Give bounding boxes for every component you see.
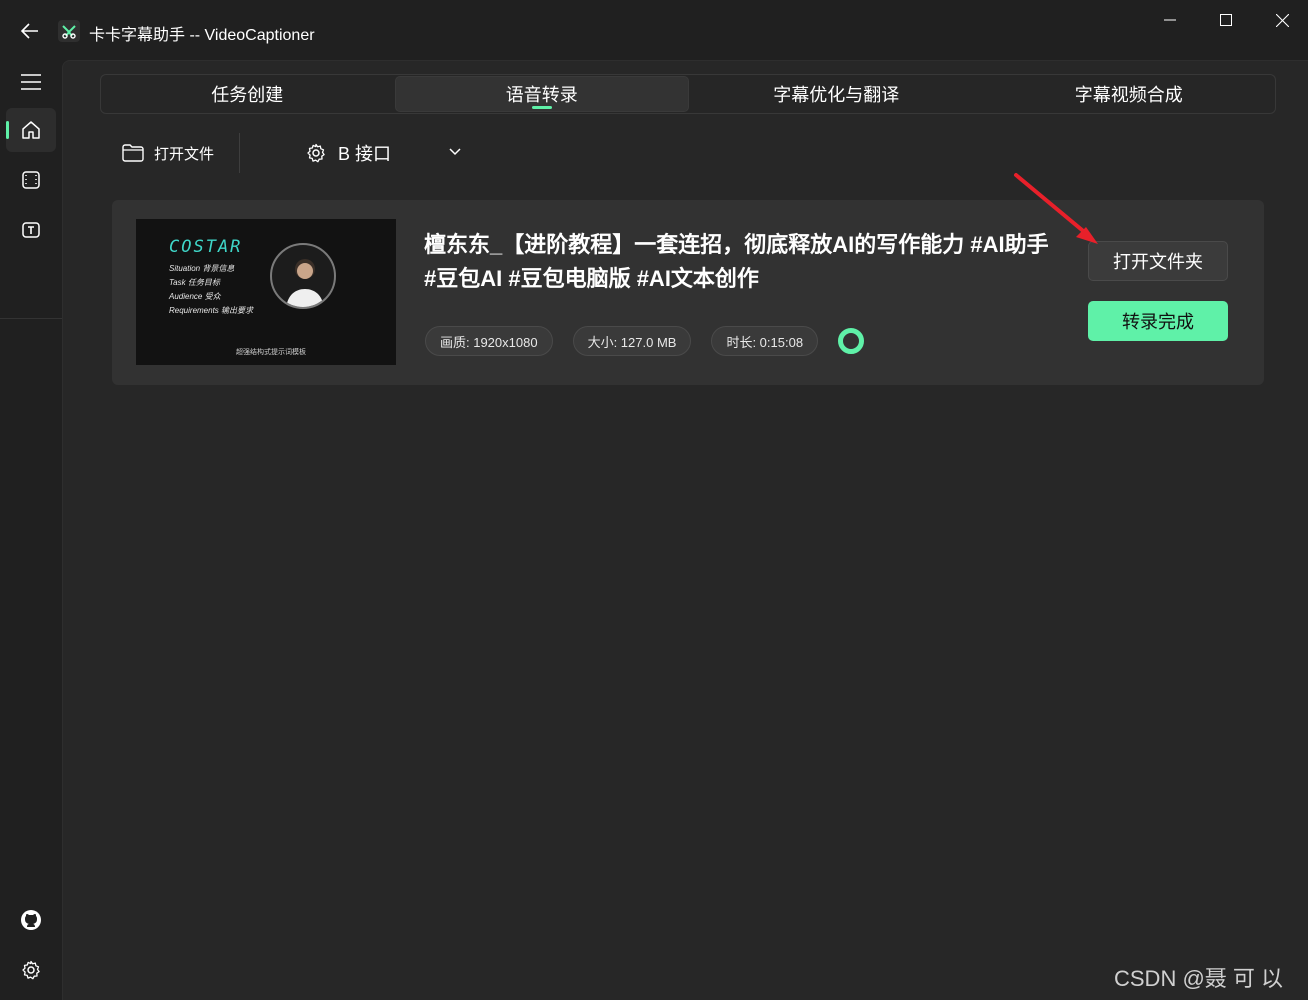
presenter-avatar bbox=[270, 243, 336, 309]
api-select-label: B 接口 bbox=[338, 144, 392, 164]
back-button[interactable] bbox=[14, 16, 46, 46]
api-select-dropdown[interactable]: B 接口 bbox=[290, 129, 470, 177]
open-file-label: 打开文件 bbox=[154, 145, 215, 163]
thumbnail-line: Task 任务目标 bbox=[169, 278, 220, 287]
nav-video-button[interactable] bbox=[6, 158, 56, 202]
thumbnail-line: Audience 受众 bbox=[169, 292, 221, 301]
resolution-badge: 画质: 1920x1080 bbox=[425, 326, 553, 356]
thumbnail-line: Requirements 输出要求 bbox=[169, 306, 254, 315]
nav-menu-button[interactable] bbox=[6, 60, 56, 104]
left-navigation bbox=[0, 60, 62, 1000]
folder-icon bbox=[122, 144, 144, 162]
video-thumbnail: COSTAR Situation 背景信息 Task 任务目标 Audience… bbox=[136, 219, 396, 365]
nav-github-button[interactable] bbox=[6, 898, 56, 942]
title-bar: 卡卡字幕助手 -- VideoCaptioner bbox=[0, 0, 1308, 60]
menu-icon bbox=[21, 74, 41, 90]
video-title: 檀东东_【进阶教程】一套连招，彻底释放AI的写作能力 #AI助手 #豆包AI #… bbox=[424, 232, 1049, 291]
window-title: 卡卡字幕助手 -- VideoCaptioner bbox=[89, 27, 315, 44]
nav-settings-button[interactable] bbox=[6, 948, 56, 992]
gear-icon bbox=[22, 960, 40, 980]
tab-label: 任务创建 bbox=[211, 85, 284, 105]
arrow-left-icon bbox=[20, 23, 38, 39]
chevron-down-icon bbox=[449, 148, 461, 156]
tab-video-synthesis[interactable]: 字幕视频合成 bbox=[983, 75, 1276, 113]
close-icon bbox=[1275, 13, 1289, 27]
tab-label: 字幕视频合成 bbox=[1074, 85, 1183, 105]
minimize-icon bbox=[1164, 19, 1176, 21]
tab-task-create[interactable]: 任务创建 bbox=[101, 75, 394, 113]
text-box-icon bbox=[22, 222, 40, 238]
nav-home-button[interactable] bbox=[6, 108, 56, 152]
github-icon bbox=[21, 910, 41, 930]
tab-bar: 任务创建 语音转录 字幕优化与翻译 字幕视频合成 bbox=[100, 74, 1276, 114]
nav-divider bbox=[0, 318, 62, 319]
thumbnail-caption: 超强结构式提示词模板 bbox=[236, 349, 306, 356]
tab-label: 语音转录 bbox=[505, 85, 578, 105]
main-panel: 任务创建 语音转录 字幕优化与翻译 字幕视频合成 打开文件 B 接口 COSTA… bbox=[62, 60, 1308, 1000]
toolbar: 打开文件 B 接口 bbox=[110, 129, 530, 177]
toolbar-separator bbox=[239, 133, 240, 173]
video-info-chips: 画质: 1920x1080 大小: 127.0 MB 时长: 0:15:08 bbox=[425, 326, 865, 356]
tab-transcription[interactable]: 语音转录 bbox=[394, 76, 689, 112]
duration-badge: 时长: 0:15:08 bbox=[711, 326, 819, 356]
tab-subtitle-optimize[interactable]: 字幕优化与翻译 bbox=[690, 75, 983, 113]
tab-active-indicator bbox=[531, 106, 552, 109]
gear-icon bbox=[307, 143, 325, 163]
home-icon bbox=[22, 121, 40, 139]
maximize-icon bbox=[1220, 14, 1232, 26]
minimize-button[interactable] bbox=[1142, 0, 1198, 40]
transcription-done-button[interactable]: 转录完成 bbox=[1088, 301, 1228, 341]
progress-ring-icon bbox=[838, 328, 865, 354]
open-file-button[interactable]: 打开文件 bbox=[110, 129, 230, 177]
app-logo-icon bbox=[58, 20, 80, 42]
tab-label: 字幕优化与翻译 bbox=[773, 85, 900, 105]
file-size-badge: 大小: 127.0 MB bbox=[572, 326, 692, 356]
watermark: CSDN @聂 可 以 bbox=[1114, 966, 1284, 991]
thumbnail-line: Situation 背景信息 bbox=[169, 264, 235, 273]
nav-subtitle-button[interactable] bbox=[6, 208, 56, 252]
thumbnail-heading: COSTAR bbox=[169, 237, 243, 257]
film-icon bbox=[22, 171, 40, 189]
close-button[interactable] bbox=[1254, 0, 1308, 40]
maximize-button[interactable] bbox=[1198, 0, 1254, 40]
nav-active-indicator bbox=[6, 121, 9, 139]
annotation-arrow-icon bbox=[1014, 173, 1098, 244]
